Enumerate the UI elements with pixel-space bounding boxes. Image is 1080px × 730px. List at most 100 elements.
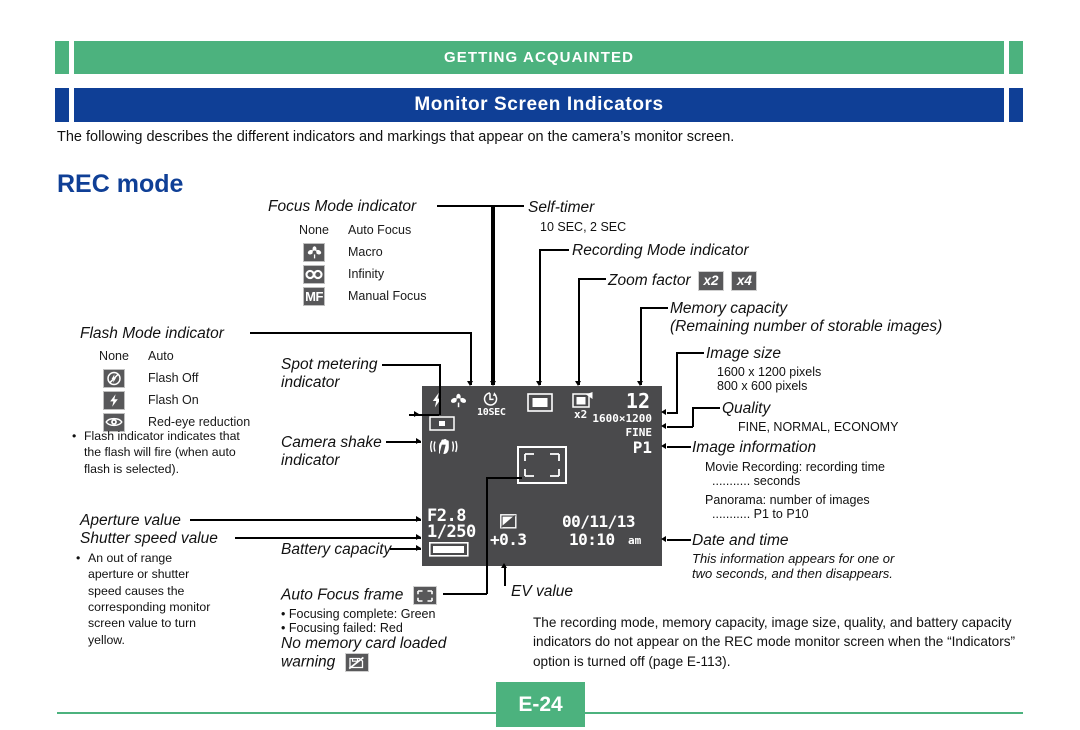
- recording-mode-label: Recording Mode indicator: [572, 242, 749, 259]
- leader-focus-mode-v: [493, 205, 495, 385]
- page-number-badge: E-24: [496, 682, 585, 727]
- flash-mode-label: Flash Mode indicator: [80, 325, 224, 342]
- leader-date-time-arrow: [661, 536, 666, 542]
- section-bar-body: GETTING ACQUAINTED: [74, 41, 1004, 74]
- flash-mode-note: • Flash indicator indicates that the fla…: [72, 428, 242, 477]
- intro-paragraph: The following describes the different in…: [57, 129, 735, 145]
- manual-focus-mf-icon: MF: [303, 286, 325, 306]
- leader-image-size-h: [676, 352, 704, 354]
- no-card-warning-line2: warning: [281, 653, 369, 672]
- monitor-memory-capacity-value: 12: [625, 389, 650, 413]
- flash-on-icon: [103, 390, 125, 410]
- leader-memory-v: [640, 307, 642, 385]
- image-info-detail-4: ........... P1 to P10: [712, 507, 809, 521]
- zoom-x2-badge: x2: [698, 271, 725, 291]
- leader-quality-arrow: [661, 423, 666, 429]
- leader-aperture-h: [190, 519, 421, 521]
- memory-capacity-detail: (Remaining number of storable images): [670, 318, 943, 335]
- monitor-zoom-text: x2: [574, 408, 588, 421]
- monitor-shutter-value: 1/250: [427, 522, 476, 542]
- flash-mode-legend: None Auto Flash Off Flash On Red-eye red…: [88, 345, 250, 433]
- focus-mode-row-manual: MF Manual Focus: [288, 285, 427, 307]
- flash-mode-row-auto: None Auto: [88, 345, 250, 367]
- camera-shake-label-line1: Camera shake: [281, 434, 382, 451]
- camera-monitor-screen: 10SEC x2 12 1600×1200 FINE P1 F2.8 1/250…: [422, 386, 662, 566]
- quality-detail: FINE, NORMAL, ECONOMY: [738, 420, 899, 434]
- ev-value-label: EV value: [511, 583, 574, 600]
- leader-date-time-h: [667, 539, 691, 541]
- zoom-factor-text: Zoom factor: [608, 272, 691, 290]
- flash-mode-key-none: None: [99, 349, 129, 363]
- image-information-label: Image information: [692, 439, 817, 456]
- shutter-speed-label: Shutter speed value: [80, 530, 218, 547]
- battery-capacity-label: Battery capacity: [281, 541, 392, 558]
- title-bar-right-tick: [1009, 88, 1023, 122]
- bottom-note: The recording mode, memory capacity, ima…: [533, 615, 1016, 669]
- leader-battery-arrow: [416, 545, 421, 551]
- section-title: GETTING ACQUAINTED: [443, 49, 635, 66]
- focus-mode-key-none: None: [299, 223, 329, 237]
- monitor-af-frame-icon: [517, 446, 567, 488]
- focus-mode-row-auto: None Auto Focus: [288, 219, 427, 241]
- manual-page: GETTING ACQUAINTED Monitor Screen Indica…: [0, 0, 1080, 730]
- monitor-spot-metering-icon: [429, 416, 455, 435]
- zoom-x4-badge: x4: [731, 271, 758, 291]
- monitor-recording-mode-icon: [527, 393, 553, 416]
- leader-quality-h: [692, 407, 720, 409]
- leader-flash-mode-v: [470, 332, 472, 385]
- image-size-label: Image size: [706, 345, 781, 362]
- flash-mode-row-off: Flash Off: [88, 367, 250, 389]
- af-frame-icon: [412, 586, 437, 605]
- leader-recording-mode-arrow: [535, 381, 542, 386]
- leader-shutter-h: [235, 537, 421, 539]
- leader-quality-v: [692, 407, 694, 427]
- title-bar-body: Monitor Screen Indicators: [74, 88, 1004, 122]
- shutter-speed-note: • An out of range aperture or shutter sp…: [76, 550, 216, 648]
- rec-mode-heading: REC mode: [57, 170, 184, 198]
- monitor-image-info-value: P1: [632, 438, 652, 457]
- no-memory-card-icon: [344, 653, 369, 672]
- leader-ev-arrow: [500, 563, 507, 568]
- quality-label: Quality: [722, 400, 771, 417]
- monitor-flash-on-icon: [431, 392, 443, 412]
- flash-note-bullet: •: [72, 429, 77, 443]
- focus-mode-label: Focus Mode indicator: [268, 198, 417, 215]
- page-title: Monitor Screen Indicators: [414, 94, 664, 115]
- monitor-time-value: 10:10: [569, 530, 615, 549]
- zoom-factor-label: Zoom factor x2 x4: [608, 271, 758, 291]
- leader-self-timer-v: [491, 205, 493, 385]
- af-bullet-1-text: Focusing complete: Green: [288, 607, 436, 621]
- self-timer-detail: 10 SEC, 2 SEC: [540, 220, 627, 234]
- page-title-bar: Monitor Screen Indicators: [55, 88, 1023, 122]
- focus-mode-value-auto-focus: Auto Focus: [348, 223, 412, 237]
- flash-mode-row-on: Flash On: [88, 389, 250, 411]
- leader-zoom-h: [578, 278, 606, 280]
- section-bar-right-tick: [1009, 41, 1023, 74]
- macro-flower-icon: [303, 242, 325, 262]
- spot-metering-label-line1: Spot metering: [281, 356, 378, 373]
- leader-quality-h2: [667, 426, 693, 428]
- date-time-note-line1: This information appears for one or: [692, 551, 895, 566]
- monitor-ev-value: +0.3: [490, 530, 527, 549]
- focus-mode-value-manual-focus: Manual Focus: [348, 289, 427, 303]
- leader-spot-metering-arrow: [414, 411, 419, 417]
- flash-mode-value-red-eye-reduction: Red-eye reduction: [148, 415, 251, 429]
- leader-aperture-arrow: [416, 516, 421, 522]
- shutter-note-bullet: •: [76, 551, 81, 565]
- focus-mode-value-infinity: Infinity: [348, 267, 385, 281]
- infinity-icon: [303, 264, 325, 284]
- leader-af-frame-h1: [443, 593, 487, 595]
- section-bar-left-tick: [55, 41, 69, 74]
- leader-spot-metering-h: [382, 364, 440, 366]
- focus-mode-row-infinity: Infinity: [288, 263, 427, 285]
- leader-memory-arrow: [636, 381, 643, 386]
- leader-af-frame-v: [486, 477, 488, 594]
- monitor-battery-icon: [429, 542, 469, 561]
- leader-af-frame-h2: [486, 477, 522, 479]
- af-bullet-2-text: Focusing failed: Red: [288, 621, 403, 635]
- leader-flash-mode-h: [250, 332, 472, 334]
- monitor-time-ampm: am: [628, 534, 642, 547]
- leader-image-size-arrow: [661, 409, 666, 415]
- image-info-detail-2: ........... seconds: [712, 474, 801, 488]
- leader-image-size-h2: [667, 412, 677, 414]
